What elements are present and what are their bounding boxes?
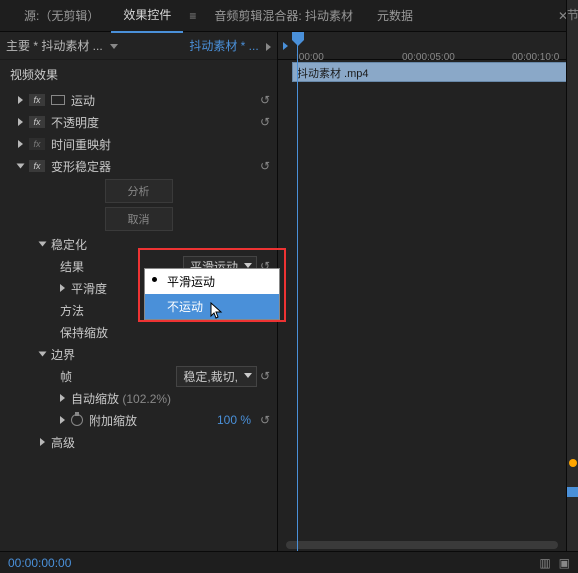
reset-icon[interactable]: ↺ (257, 369, 273, 383)
frame-dropdown[interactable]: 稳定,裁切, (176, 366, 257, 387)
disclosure-icon[interactable] (39, 352, 47, 357)
disclosure-icon[interactable] (40, 438, 45, 446)
dock-label: 节 (567, 0, 578, 23)
timeline-scrollbar[interactable] (286, 541, 558, 549)
dropdown-option-no-motion[interactable]: 不运动 (145, 294, 279, 319)
clip-bar[interactable]: 抖动素材 .mp4 (292, 62, 578, 82)
tab-source[interactable]: 源:（无剪辑） (12, 0, 111, 32)
ruler-tick: 00:00:05:00 (402, 52, 455, 63)
mini-timeline: :00:00 00:00:05:00 00:00:10:0 抖动素材 .mp4 (278, 32, 578, 551)
stabilizer-buttons: 分析 (0, 177, 277, 205)
result-dropdown-menu[interactable]: 平滑运动 不运动 (144, 268, 280, 320)
fx-badge[interactable]: fx (29, 94, 45, 106)
fx-badge[interactable]: fx (29, 116, 45, 128)
ruler-tick: 00:00:10:0 (512, 52, 559, 63)
reset-icon[interactable]: ↺ (257, 93, 273, 107)
mask-icon[interactable] (51, 95, 65, 105)
reset-icon[interactable]: ↺ (257, 413, 273, 427)
fx-badge[interactable]: fx (29, 138, 45, 150)
panel-tabs: 源:（无剪辑） 效果控件 ≡ 音频剪辑混合器: 抖动素材 元数据 ✕ (0, 0, 578, 32)
right-dock-strip: 节 (566, 0, 578, 551)
clip-header: 主要 * 抖动素材 ... 抖动素材 * ... (0, 32, 277, 60)
effect-warp-stabilizer[interactable]: fx 变形稳定器 ↺ (0, 155, 277, 177)
section-video-effects: 视频效果 (0, 60, 277, 89)
disclosure-icon[interactable] (18, 96, 23, 104)
footer-icon[interactable]: ▥ (539, 556, 550, 570)
effect-opacity[interactable]: fx 不透明度 ↺ (0, 111, 277, 133)
tab-audio-mixer[interactable]: 音频剪辑混合器: 抖动素材 (202, 0, 365, 32)
group-advanced[interactable]: 高级 (0, 431, 277, 453)
reset-icon[interactable]: ↺ (257, 159, 273, 173)
prop-preserve-scale: 保持缩放 (0, 321, 277, 343)
playhead-line (297, 32, 298, 551)
tab-effect-controls[interactable]: 效果控件 (111, 0, 183, 33)
warning-dot-icon (569, 459, 577, 467)
prop-extra-scale: 附加缩放 100 % ↺ (0, 409, 277, 431)
playhead-toggle[interactable] (278, 32, 292, 60)
disclosure-icon[interactable] (60, 416, 65, 424)
effect-motion[interactable]: fx 运动 ↺ (0, 89, 277, 111)
extra-scale-value[interactable]: 100 % (217, 413, 257, 427)
tab-menu-icon[interactable]: ≡ (183, 9, 202, 23)
disclosure-icon[interactable] (60, 284, 65, 292)
disclosure-icon[interactable] (18, 140, 23, 148)
prop-frame: 帧 稳定,裁切, ↺ (0, 365, 277, 387)
group-stabilization[interactable]: 稳定化 (0, 233, 277, 255)
current-time[interactable]: 00:00:00:00 (8, 556, 71, 570)
master-clip-label: 主要 * 抖动素材 ... (6, 37, 181, 54)
timeline-ruler[interactable]: :00:00 00:00:05:00 00:00:10:0 (278, 32, 578, 60)
group-border[interactable]: 边界 (0, 343, 277, 365)
tab-metadata[interactable]: 元数据 (365, 0, 425, 32)
fx-badge[interactable]: fx (29, 160, 45, 172)
analyze-button[interactable]: 分析 (105, 179, 173, 203)
cancel-button[interactable]: 取消 (105, 207, 173, 231)
prop-auto-scale[interactable]: 自动缩放 (102.2%) (0, 387, 277, 409)
disclosure-icon[interactable] (39, 242, 47, 247)
dropdown-option-smooth[interactable]: 平滑运动 (145, 269, 279, 294)
disclosure-icon[interactable] (17, 164, 25, 169)
reset-icon[interactable]: ↺ (257, 115, 273, 129)
disclosure-icon[interactable] (18, 118, 23, 126)
footer-icon[interactable]: ▣ (559, 556, 570, 570)
dock-indicator (567, 487, 578, 497)
footer-bar: 00:00:00:00 ▥ ▣ (0, 551, 578, 573)
effect-time-remap[interactable]: fx 时间重映射 (0, 133, 277, 155)
sequence-clip-link[interactable]: 抖动素材 * ... (181, 37, 271, 54)
playhead-marker[interactable] (292, 32, 304, 46)
stopwatch-icon[interactable] (71, 414, 83, 426)
disclosure-icon[interactable] (60, 394, 65, 402)
ruler-tick: :00:00 (296, 52, 324, 63)
